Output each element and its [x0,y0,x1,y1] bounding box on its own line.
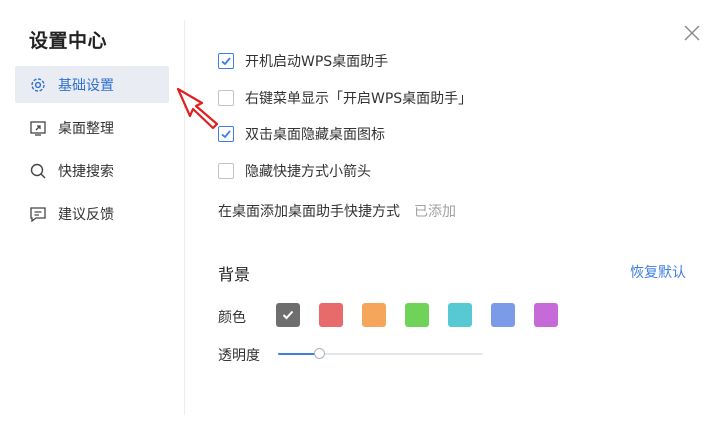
option-label: 右键菜单显示「开启WPS桌面助手」 [245,91,473,107]
search-icon [29,162,47,180]
sidebar: 基础设置 桌面整理 快捷搜索 建议反馈 [15,66,169,238]
sidebar-item-label: 基础设置 [58,77,114,94]
background-title: 背景 [218,265,251,284]
feedback-icon [29,205,47,223]
option-hide-shortcut-arrow[interactable]: 隐藏快捷方式小箭头 [218,161,371,181]
shortcut-status: 已添加 [414,204,456,220]
color-swatch[interactable] [491,303,515,327]
settings-content: 开机启动WPS桌面助手 右键菜单显示「开启WPS桌面助手」 双击桌面隐藏桌面图标… [218,0,721,429]
desktop-arrange-icon [29,119,47,137]
checkbox[interactable] [218,163,234,179]
check-icon [221,130,231,139]
sidebar-item-label: 快捷搜索 [58,163,114,180]
sidebar-item-feedback[interactable]: 建议反馈 [15,195,169,232]
color-swatch[interactable] [405,303,429,327]
sidebar-item-basic-settings[interactable]: 基础设置 [15,66,169,103]
option-label: 开机启动WPS桌面助手 [245,54,389,70]
option-autostart[interactable]: 开机启动WPS桌面助手 [218,51,388,71]
annotation-arrow-icon [176,87,219,130]
slider-thumb[interactable] [314,348,325,359]
dialog-title: 设置中心 [29,30,108,52]
color-swatches [276,303,577,327]
sidebar-item-label: 桌面整理 [58,120,114,137]
shortcut-row: 在桌面添加桌面助手快捷方式 已添加 [218,201,456,221]
check-icon [282,310,294,320]
check-icon [221,57,231,66]
color-swatch[interactable] [534,303,558,327]
reset-default-link[interactable]: 恢复默认 [630,262,686,282]
color-swatch[interactable] [362,303,386,327]
color-label: 颜色 [218,310,246,326]
opacity-label: 透明度 [218,348,260,364]
settings-dialog: 设置中心 基础设置 桌面整理 快捷搜索 建议反馈 开机启动WPS桌面助手 右键菜… [0,0,721,429]
option-label: 隐藏快捷方式小箭头 [245,164,371,180]
sidebar-divider [184,20,185,415]
opacity-slider[interactable] [278,347,483,361]
color-swatch[interactable] [276,303,300,327]
slider-fill [278,353,319,355]
gear-icon [29,76,47,94]
sidebar-item-label: 建议反馈 [58,206,114,223]
checkbox[interactable] [218,53,234,69]
option-double-click-hide[interactable]: 双击桌面隐藏桌面图标 [218,124,385,144]
color-swatch[interactable] [319,303,343,327]
option-context-menu[interactable]: 右键菜单显示「开启WPS桌面助手」 [218,88,472,108]
sidebar-item-quick-search[interactable]: 快捷搜索 [15,152,169,189]
option-label: 双击桌面隐藏桌面图标 [245,127,385,143]
shortcut-label: 在桌面添加桌面助手快捷方式 [218,204,400,220]
checkbox[interactable] [218,126,234,142]
color-swatch[interactable] [448,303,472,327]
sidebar-item-desktop-arrange[interactable]: 桌面整理 [15,109,169,146]
checkbox[interactable] [218,90,234,106]
